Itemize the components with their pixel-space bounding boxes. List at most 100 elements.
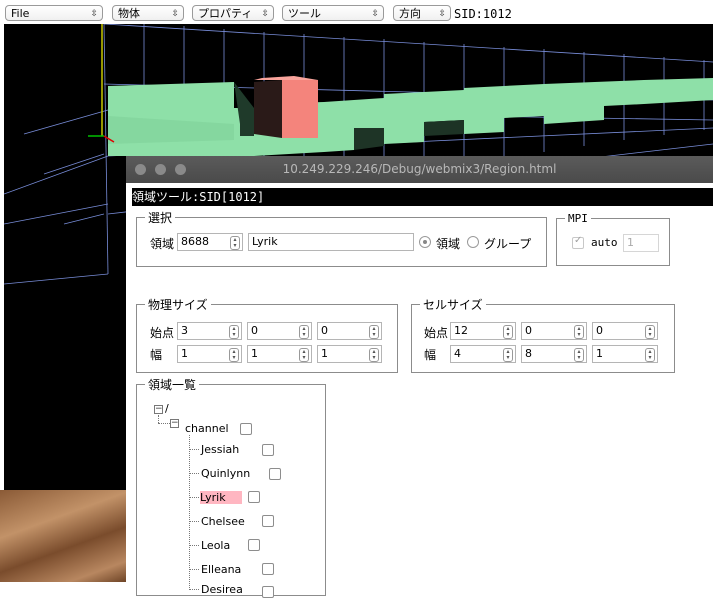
tree-checkbox[interactable]	[240, 423, 252, 435]
physical-width-z[interactable]: 1 ▴ ▾	[317, 345, 382, 363]
property-menu-label: プロパティ	[198, 7, 253, 20]
physical-start-x[interactable]: 3 ▴ ▾	[177, 322, 242, 340]
spinner-icon[interactable]: ▴ ▾	[645, 325, 655, 339]
spinner-icon[interactable]: ▴ ▾	[503, 325, 513, 339]
tool-menu-label: ツール	[288, 7, 321, 20]
region-list-legend: 領域一覧	[148, 378, 197, 392]
cell-width-label: 幅	[424, 348, 437, 362]
physical-width-x-value: 1	[181, 347, 188, 360]
region-name-value: Lyrik	[252, 235, 278, 248]
region-name-input[interactable]: Lyrik	[248, 233, 414, 251]
region-label: 領域	[150, 237, 175, 251]
spinner-icon[interactable]: ▴ ▾	[369, 325, 379, 339]
direction-menu[interactable]: 方向 ⇳	[393, 5, 451, 21]
mpi-value-input[interactable]: 1	[623, 234, 659, 252]
mpi-legend: MPI	[568, 212, 588, 225]
list-item[interactable]: Desirea	[201, 583, 243, 596]
sid-label: SID:1012	[454, 7, 512, 21]
cell-size-legend: セルサイズ	[423, 298, 483, 312]
desktop-background	[0, 490, 126, 582]
spinner-icon[interactable]: ▴ ▾	[574, 348, 584, 362]
physical-start-y-value: 0	[251, 324, 258, 337]
window-title: 10.249.229.246/Debug/webmix3/Region.html	[282, 162, 557, 176]
list-item[interactable]: Elleana	[201, 563, 241, 576]
region-radio[interactable]	[419, 236, 431, 248]
tree-checkbox[interactable]	[248, 491, 260, 503]
tree-root[interactable]: /	[165, 402, 169, 415]
cell-start-x-value: 12	[454, 324, 468, 337]
spinner-icon[interactable]: ▴ ▾	[299, 325, 309, 339]
tree-checkbox[interactable]	[262, 444, 274, 456]
cell-start-label: 始点	[424, 326, 449, 340]
physical-start-z[interactable]: 0 ▴ ▾	[317, 322, 382, 340]
physical-size-legend: 物理サイズ	[148, 298, 208, 312]
auto-label: auto	[591, 236, 618, 249]
list-item[interactable]: Chelsee	[201, 515, 245, 528]
collapse-icon[interactable]: −	[154, 405, 163, 414]
list-item[interactable]: Quinlynn	[201, 467, 250, 480]
region-window: 10.249.229.246/Debug/webmix3/Region.html…	[126, 156, 713, 598]
object-menu-label: 物体	[118, 7, 140, 20]
cell-start-y[interactable]: 0 ▴ ▾	[521, 322, 587, 340]
region-id-input[interactable]: 8688 ▴ ▾	[177, 233, 243, 251]
region-radio-label: 領域	[436, 237, 461, 251]
selected-block	[282, 80, 318, 138]
physical-width-y-value: 1	[251, 347, 258, 360]
property-menu[interactable]: プロパティ ⇳	[192, 5, 274, 21]
group-radio[interactable]	[467, 236, 479, 248]
collapse-icon[interactable]: −	[170, 419, 179, 428]
tool-menu[interactable]: ツール ⇳	[282, 5, 384, 21]
list-item[interactable]: Jessiah	[201, 443, 239, 456]
auto-checkbox[interactable]	[572, 235, 584, 249]
physical-start-x-value: 3	[181, 324, 188, 337]
list-item-selected[interactable]: Lyrik	[200, 491, 242, 504]
spinner-icon[interactable]: ▴ ▾	[369, 348, 379, 362]
cell-width-z[interactable]: 1 ▴ ▾	[592, 345, 658, 363]
chevron-updown-icon: ⇳	[438, 9, 446, 19]
cell-start-z-value: 0	[596, 324, 603, 337]
physical-width-x[interactable]: 1 ▴ ▾	[177, 345, 242, 363]
chevron-updown-icon: ⇳	[171, 9, 179, 19]
cell-width-x-value: 4	[454, 347, 461, 360]
block-row	[108, 76, 713, 156]
cell-start-z[interactable]: 0 ▴ ▾	[592, 322, 658, 340]
file-menu[interactable]: File ⇳	[5, 5, 103, 21]
cell-width-z-value: 1	[596, 347, 603, 360]
physical-start-label: 始点	[150, 326, 175, 340]
tree-group-channel[interactable]: channel	[185, 422, 229, 435]
cell-width-y[interactable]: 8 ▴ ▾	[521, 345, 587, 363]
physical-width-z-value: 1	[321, 347, 328, 360]
toolbar: File ⇳ 物体 ⇳ プロパティ ⇳ ツール ⇳ 方向 ⇳ SID:1012	[0, 0, 713, 26]
page-title: 領域ツール:SID[1012]	[132, 188, 713, 206]
cell-width-y-value: 8	[525, 347, 532, 360]
physical-start-z-value: 0	[321, 324, 328, 337]
physical-start-y[interactable]: 0 ▴ ▾	[247, 322, 312, 340]
file-menu-label: File	[11, 7, 30, 20]
cell-start-x[interactable]: 12 ▴ ▾	[450, 322, 516, 340]
list-item[interactable]: Leola	[201, 539, 230, 552]
tree-checkbox[interactable]	[262, 563, 274, 575]
cell-width-x[interactable]: 4 ▴ ▾	[450, 345, 516, 363]
object-menu[interactable]: 物体 ⇳	[112, 5, 184, 21]
window-content: 領域ツール:SID[1012] 選択 領域 8688 ▴ ▾ Lyrik 領域 グ…	[126, 183, 713, 598]
region-id-value: 8688	[181, 235, 209, 248]
direction-menu-label: 方向	[399, 7, 421, 20]
spinner-icon[interactable]: ▴ ▾	[503, 348, 513, 362]
chevron-updown-icon: ⇳	[371, 9, 379, 19]
mpi-value: 1	[627, 236, 634, 249]
selection-legend: 選択	[148, 211, 173, 225]
tree-checkbox[interactable]	[262, 515, 274, 527]
tree-checkbox[interactable]	[269, 468, 281, 480]
window-titlebar[interactable]: 10.249.229.246/Debug/webmix3/Region.html	[126, 156, 713, 183]
tree-checkbox[interactable]	[262, 586, 274, 598]
chevron-updown-icon: ⇳	[90, 9, 98, 19]
spinner-icon[interactable]: ▴ ▾	[574, 325, 584, 339]
spinner-icon[interactable]: ▴ ▾	[645, 348, 655, 362]
tree-checkbox[interactable]	[248, 539, 260, 551]
physical-width-y[interactable]: 1 ▴ ▾	[247, 345, 312, 363]
spinner-icon[interactable]: ▴ ▾	[229, 348, 239, 362]
spinner-icon[interactable]: ▴ ▾	[229, 325, 239, 339]
spinner-icon[interactable]: ▴ ▾	[299, 348, 309, 362]
physical-width-label: 幅	[150, 348, 163, 362]
spinner-icon[interactable]: ▴ ▾	[230, 236, 240, 250]
